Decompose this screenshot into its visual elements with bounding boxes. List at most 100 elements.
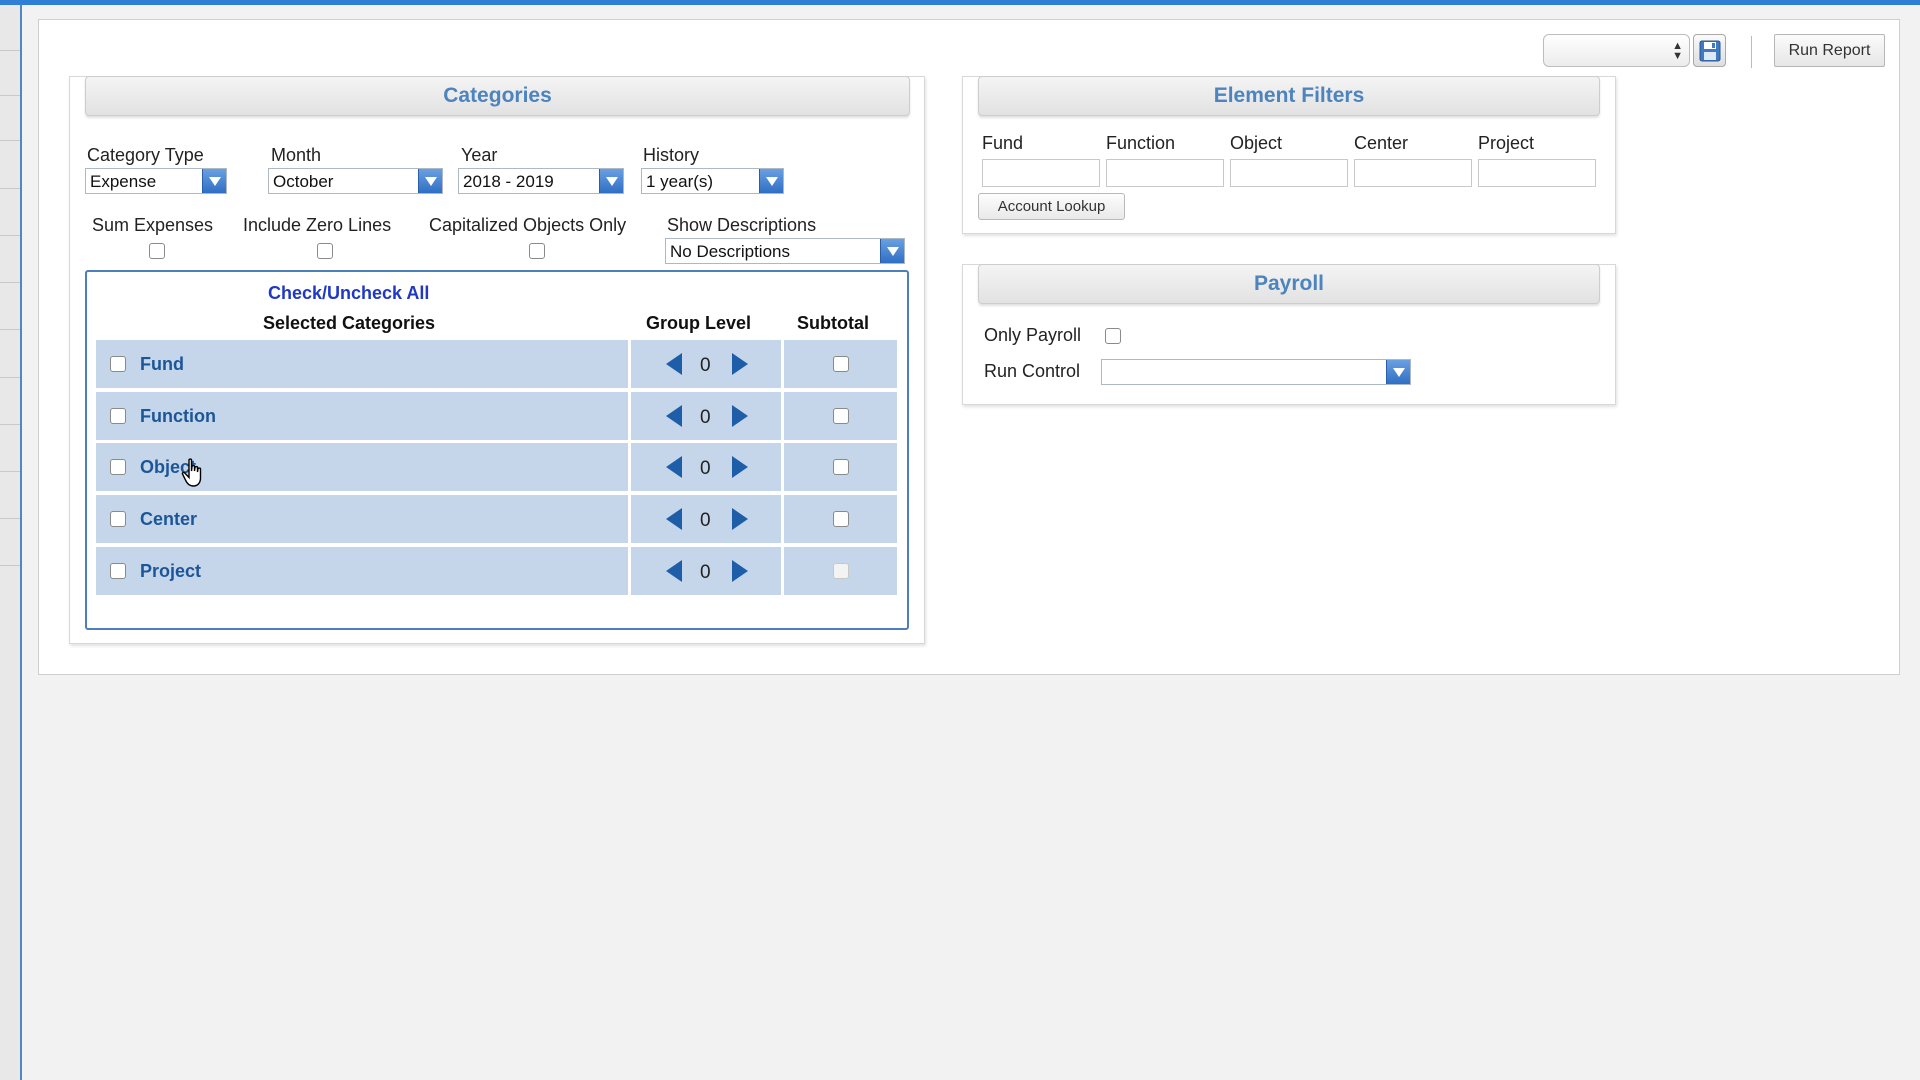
rail-divider [0, 329, 20, 330]
group-level-value: 0 [700, 458, 711, 479]
element-filters-header: Element Filters [978, 76, 1600, 116]
group-level-control: 0 [631, 495, 781, 543]
group-level-header: Group Level [646, 313, 752, 333]
category-label[interactable]: Fund [140, 354, 184, 375]
only-payroll-checkbox[interactable] [1105, 328, 1121, 344]
history-select[interactable]: 1 year(s) [641, 168, 784, 194]
subtotal-checkbox-disabled [833, 563, 849, 579]
capitalized-objects-checkbox[interactable] [529, 243, 545, 259]
filter-label-fund: Fund [982, 133, 1024, 153]
year-select[interactable]: 2018 - 2019 [458, 168, 624, 194]
dropdown-arrow-icon [880, 239, 904, 263]
include-zero-lines-checkbox[interactable] [317, 243, 333, 259]
increase-level-icon[interactable] [732, 456, 748, 478]
category-checkbox[interactable] [110, 511, 126, 527]
rail-divider [0, 140, 20, 141]
year-value: 2018 - 2019 [463, 172, 554, 191]
group-level-control: 0 [631, 547, 781, 595]
category-checkbox[interactable] [110, 563, 126, 579]
rail-divider [0, 282, 20, 283]
category-label[interactable]: Function [140, 406, 216, 427]
sum-expenses-checkbox[interactable] [149, 243, 165, 259]
only-payroll-label: Only Payroll [984, 325, 1082, 345]
categories-header: Categories [85, 76, 910, 116]
rail-divider [0, 188, 20, 189]
category-row-object: Object [96, 443, 628, 491]
rail-divider [0, 565, 20, 566]
subtotal-header: Subtotal [797, 313, 869, 333]
year-label: Year [461, 145, 498, 165]
increase-level-icon[interactable] [732, 405, 748, 427]
increase-level-icon[interactable] [732, 353, 748, 375]
group-level-value: 0 [700, 510, 711, 531]
group-level-value: 0 [700, 355, 711, 376]
category-type-label: Category Type [87, 145, 204, 165]
subtotal-cell [784, 340, 897, 388]
run-control-label: Run Control [984, 361, 1081, 381]
function-filter-input[interactable] [1106, 159, 1224, 187]
rail-divider [0, 471, 20, 472]
category-type-select[interactable]: Expense [85, 168, 227, 194]
updown-arrows-icon: ▲ ▼ [1672, 40, 1683, 62]
category-checkbox[interactable] [110, 356, 126, 372]
subtotal-cell [784, 547, 897, 595]
rail-divider [0, 518, 20, 519]
account-lookup-button[interactable]: Account Lookup [978, 193, 1125, 220]
subtotal-cell [784, 443, 897, 491]
subtotal-checkbox[interactable] [833, 356, 849, 372]
include-zero-lines-label: Include Zero Lines [243, 215, 392, 235]
filter-label-function: Function [1106, 133, 1176, 153]
subtotal-checkbox[interactable] [833, 408, 849, 424]
category-checkbox[interactable] [110, 459, 126, 475]
decrease-level-icon[interactable] [666, 508, 682, 530]
decrease-level-icon[interactable] [666, 353, 682, 375]
dropdown-arrow-icon [599, 169, 623, 193]
show-descriptions-select[interactable]: No Descriptions [665, 238, 905, 264]
history-label: History [643, 145, 700, 165]
object-filter-input[interactable] [1230, 159, 1348, 187]
rail-divider [0, 424, 20, 425]
subtotal-cell [784, 392, 897, 440]
dropdown-arrow-icon [418, 169, 442, 193]
category-row-project: Project [96, 547, 628, 595]
category-row-function: Function [96, 392, 628, 440]
dropdown-arrow-icon [1386, 360, 1410, 384]
check-uncheck-all-link[interactable]: Check/Uncheck All [268, 283, 429, 304]
show-descriptions-label: Show Descriptions [667, 215, 817, 235]
run-control-select[interactable] [1101, 359, 1411, 385]
run-report-button[interactable]: Run Report [1774, 34, 1885, 67]
rail-divider [0, 377, 20, 378]
center-filter-input[interactable] [1354, 159, 1472, 187]
subtotal-checkbox[interactable] [833, 511, 849, 527]
decrease-level-icon[interactable] [666, 560, 682, 582]
category-label[interactable]: Center [140, 509, 197, 530]
group-level-value: 0 [700, 407, 711, 428]
payroll-header: Payroll [978, 264, 1600, 304]
filter-label-object: Object [1230, 133, 1283, 153]
category-checkbox[interactable] [110, 408, 126, 424]
project-filter-input[interactable] [1478, 159, 1596, 187]
filter-label-center: Center [1354, 133, 1409, 153]
group-level-control: 0 [631, 340, 781, 388]
category-row-fund: Fund [96, 340, 628, 388]
decrease-level-icon[interactable] [666, 456, 682, 478]
fund-filter-input[interactable] [982, 159, 1100, 187]
save-button[interactable] [1693, 34, 1726, 67]
month-select[interactable]: October [268, 168, 443, 194]
subtotal-checkbox[interactable] [833, 459, 849, 475]
sum-expenses-label: Sum Expenses [92, 215, 214, 235]
group-level-value: 0 [700, 562, 711, 583]
month-value: October [273, 172, 334, 191]
rail-divider [0, 50, 20, 51]
filter-label-project: Project [1478, 133, 1535, 153]
saved-report-select[interactable]: ▲ ▼ [1543, 34, 1690, 67]
category-type-value: Expense [90, 172, 157, 191]
increase-level-icon[interactable] [732, 560, 748, 582]
subtotal-cell [784, 495, 897, 543]
group-level-control: 0 [631, 392, 781, 440]
increase-level-icon[interactable] [732, 508, 748, 530]
rail-divider [0, 235, 20, 236]
category-label[interactable]: Project [140, 561, 201, 582]
top-accent-bar [0, 0, 1920, 5]
decrease-level-icon[interactable] [666, 405, 682, 427]
